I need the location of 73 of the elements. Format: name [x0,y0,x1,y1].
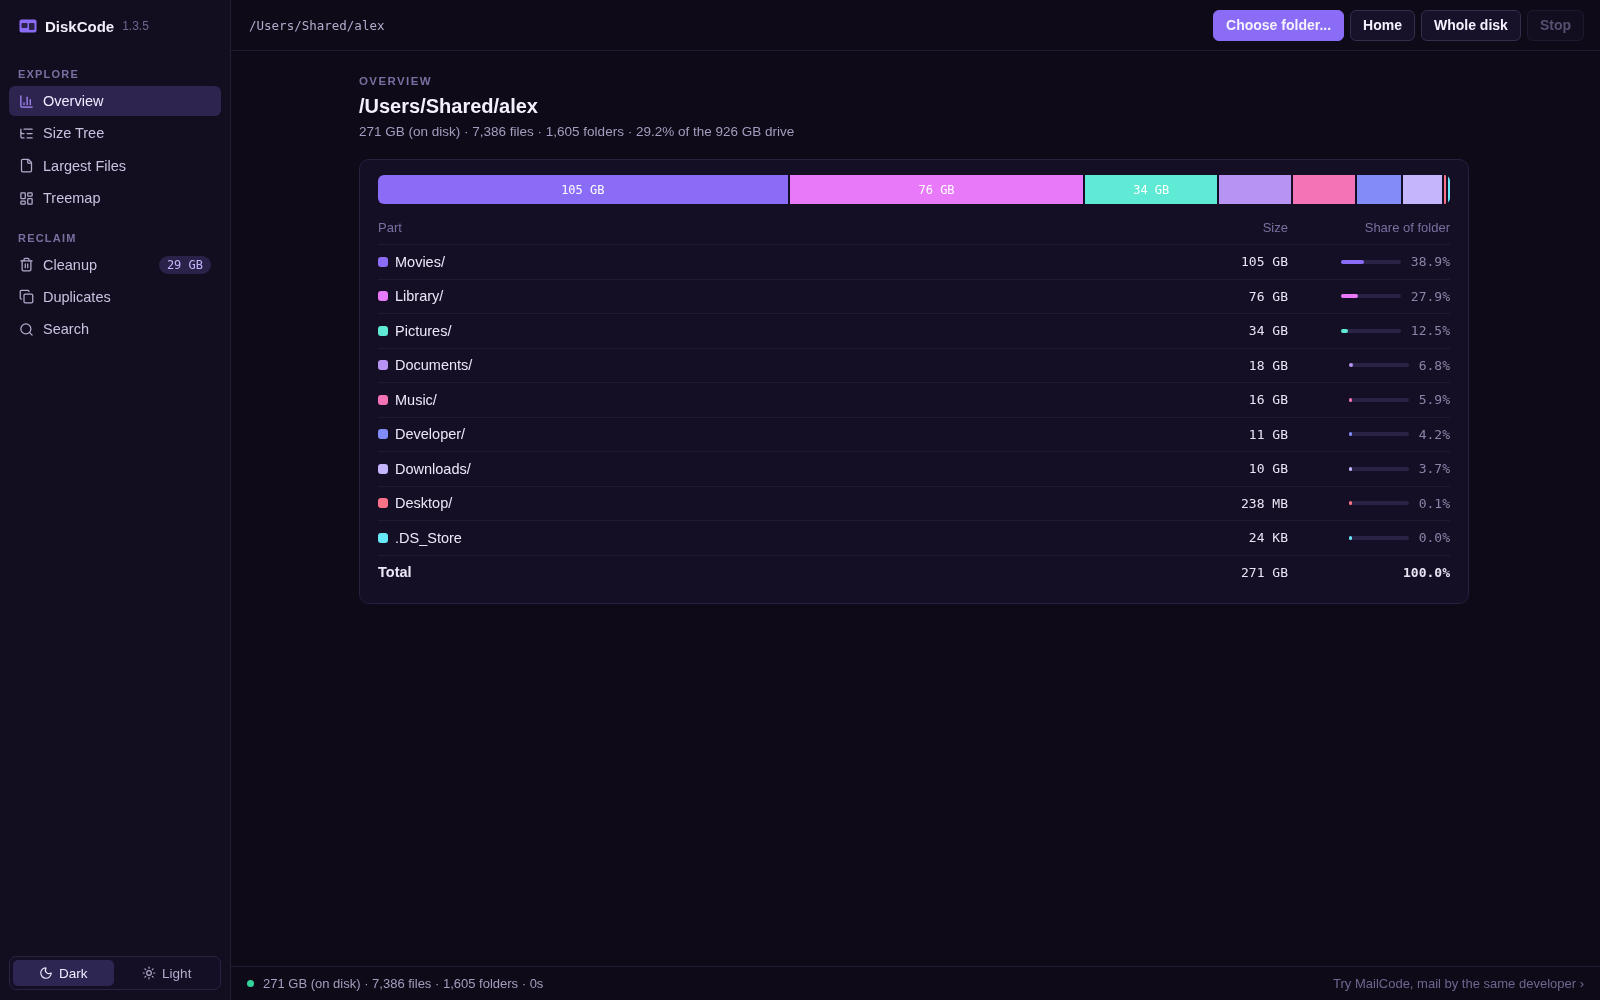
size-value: 18 GB [1247,357,1288,373]
share-value: 6.8% [1418,357,1450,373]
current-path: /Users/Shared/alex [249,17,385,33]
toolbar-button[interactable]: Whole disk [1421,9,1521,41]
app-version: 1.3.5 [122,19,149,33]
sun-icon [142,966,157,980]
status-text: 271 GB (on disk) · 7,386 files · 1,605 folders · 0s [263,976,544,991]
nav-item[interactable]: Duplicates [9,281,221,312]
size-segment: 105 GB [378,175,788,204]
share-value: 0.0% [1418,530,1450,546]
search-icon [19,321,34,337]
share-value: 38.9% [1410,254,1450,270]
column-header: Size [1261,218,1288,235]
folder-name: Downloads/ [395,460,471,477]
size-segment: 34 GB [1085,175,1218,204]
share-value: 12.5% [1410,323,1450,339]
size-value: 24 KB [1247,530,1288,546]
nav-item[interactable]: Overview [9,86,221,116]
copy-icon [19,289,34,305]
column-header: Share of folder [1363,218,1450,235]
folder-name: Pictures/ [395,322,452,339]
size-value: 10 GB [1247,461,1288,477]
trash-icon [19,257,34,273]
section-heading: EXPLORE [17,67,80,82]
size-value: 238 MB [1240,495,1288,511]
size-value: 105 GB [1240,254,1288,270]
size-value: 11 GB [1247,426,1288,442]
folder-name: .DS_Store [395,529,462,546]
file-icon [19,158,34,174]
size-badge: 29 GB [158,255,211,274]
size-segment [1403,175,1442,204]
section-heading: RECLAIM [17,230,78,246]
layout-grid-icon [19,190,34,206]
promo-link[interactable]: Try MailCode, mail by the same developer › [1333,976,1584,991]
size-value: 76 GB [1247,288,1288,304]
size-value: 16 GB [1247,392,1288,408]
share-value: 27.9% [1410,288,1450,304]
nav-item[interactable]: Size Tree [9,118,221,149]
theme-option[interactable]: Light [116,960,217,986]
moon-icon [39,966,53,980]
size-segment [1356,175,1402,204]
nav-item[interactable]: Largest Files [9,150,221,181]
folder-name: Music/ [395,391,437,408]
toolbar-button[interactable]: Home [1350,9,1415,41]
total-share: 100.0% [1402,564,1450,580]
share-value: 5.9% [1418,392,1450,408]
share-value: 0.1% [1418,495,1450,511]
status-dot [247,980,254,987]
size-segment: 76 GB [789,175,1084,204]
folder-name: Movies/ [395,253,445,270]
total-label: Total [378,564,413,581]
share-value: 3.7% [1418,461,1450,477]
folder-name: Developer/ [395,426,466,443]
app-name: DiskCode [45,17,115,35]
nav-item[interactable]: Treemap [9,183,221,214]
page-eyebrow: OVERVIEW [359,75,433,87]
size-value: 34 GB [1247,323,1288,339]
folder-name: Desktop/ [395,495,453,512]
size-segment [1219,175,1291,204]
list-tree-icon [19,125,34,141]
summary-text: 271 GB (on disk) · 7,386 files · 1,605 folders · 29.2% of the 926 GB drive [359,124,796,139]
nav-item[interactable]: Search [9,314,221,345]
bar-chart-icon [19,93,34,109]
app-logo-icon [19,19,37,33]
folder-name: Documents/ [395,357,473,374]
total-size: 271 GB [1240,564,1288,580]
size-segment [1292,175,1355,204]
nav-item[interactable]: Cleanup 29 GB [9,249,221,280]
share-value: 4.2% [1418,426,1450,442]
column-header: Part [378,218,403,235]
theme-option[interactable]: Dark [13,960,114,986]
folder-name: Library/ [395,288,444,305]
page-title: /Users/Shared/alex [359,95,539,118]
